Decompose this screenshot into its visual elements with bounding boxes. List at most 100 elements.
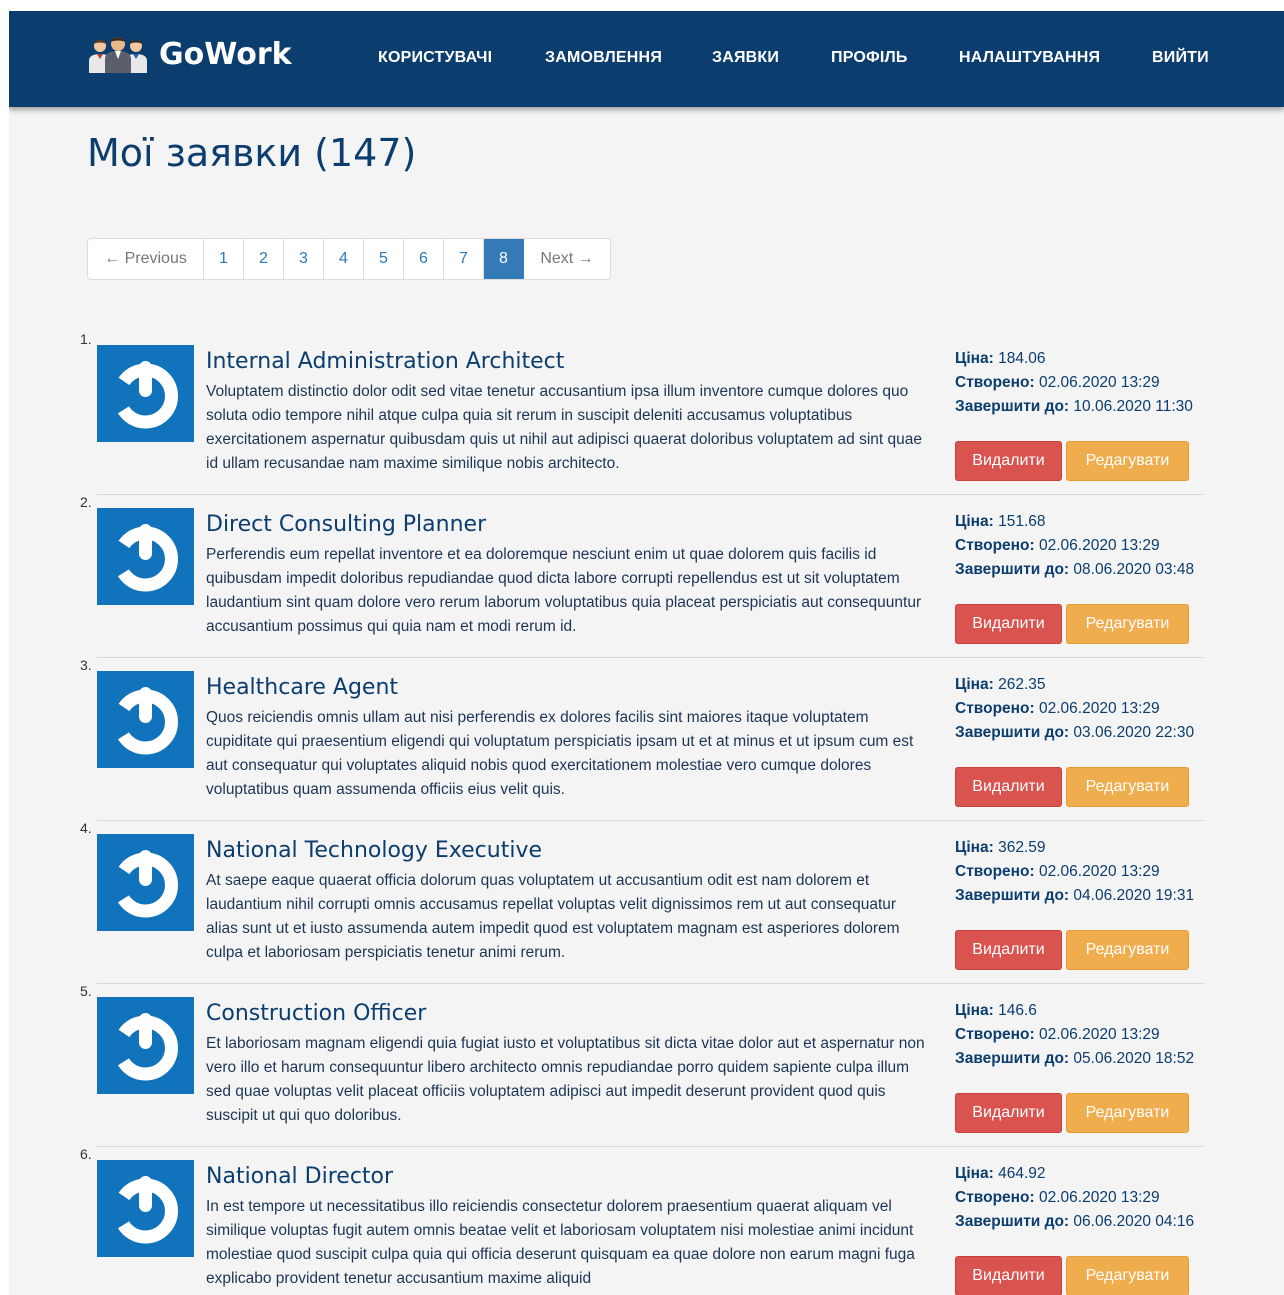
page: GoWork КОРИСТУВАЧІ ЗАМОВЛЕННЯ ЗАЯВКИ ПРО…	[9, 11, 1284, 1295]
item-number: 4.	[80, 820, 92, 836]
edit-button[interactable]: Редагувати	[1066, 930, 1189, 970]
item-body: Internal Administration Architect Volupta…	[206, 348, 926, 476]
edit-button[interactable]: Редагувати	[1066, 1093, 1189, 1133]
nav-profile[interactable]: ПРОФІЛЬ	[831, 49, 908, 67]
item-finish-by: Завершити до: 04.06.2020 19:31	[955, 884, 1195, 908]
item-body: Healthcare Agent Quos reiciendis omnis ul…	[206, 674, 926, 802]
power-icon	[113, 1013, 178, 1081]
item-title[interactable]: Direct Consulting Planner	[206, 511, 926, 539]
item-number: 2.	[80, 494, 92, 510]
item-title[interactable]: Construction Officer	[206, 1000, 926, 1028]
list-item: 4. National Technology Executive At saepe …	[79, 820, 1204, 983]
price-label: Ціна:	[955, 676, 994, 693]
delete-button[interactable]: Видалити	[955, 1256, 1062, 1295]
created-value: 02.06.2020 13:29	[1038, 700, 1160, 717]
finish-by-label: Завершити до:	[955, 561, 1070, 578]
pagination-page-5[interactable]: 5	[364, 239, 404, 279]
users-group-icon	[89, 37, 147, 73]
item-created: Створено: 02.06.2020 13:29	[955, 1023, 1195, 1047]
edit-button[interactable]: Редагувати	[1066, 1256, 1189, 1295]
delete-button[interactable]: Видалити	[955, 1093, 1062, 1133]
item-thumbnail[interactable]	[97, 997, 194, 1094]
pagination-page-3[interactable]: 3	[284, 239, 324, 279]
finish-by-value: 06.06.2020 04:16	[1073, 1213, 1195, 1230]
list-item: 5. Construction Officer Et laboriosam magn…	[79, 983, 1204, 1146]
item-finish-by: Завершити до: 03.06.2020 22:30	[955, 721, 1195, 745]
item-thumbnail[interactable]	[97, 671, 194, 768]
finish-by-value: 03.06.2020 22:30	[1073, 724, 1195, 741]
pagination: ← Previous 1 2 3 4 5 6 7 8 Next →	[87, 238, 611, 280]
item-meta: Ціна: 151.68 Створено: 02.06.2020 13:29 За…	[955, 510, 1195, 582]
delete-button[interactable]: Видалити	[955, 767, 1062, 807]
edit-button[interactable]: Редагувати	[1066, 604, 1189, 644]
pagination-page-1[interactable]: 1	[204, 239, 244, 279]
item-thumbnail[interactable]	[97, 834, 194, 931]
brand-link[interactable]: GoWork	[87, 35, 292, 73]
nav-settings[interactable]: НАЛАШТУВАННЯ	[959, 49, 1100, 67]
pagination-previous[interactable]: ← Previous	[88, 239, 204, 279]
finish-by-value: 08.06.2020 03:48	[1073, 561, 1195, 578]
delete-button[interactable]: Видалити	[955, 930, 1062, 970]
item-thumbnail[interactable]	[97, 345, 194, 442]
created-label: Створено:	[955, 863, 1035, 880]
item-created: Створено: 02.06.2020 13:29	[955, 1186, 1195, 1210]
pagination-page-4[interactable]: 4	[324, 239, 364, 279]
item-number: 5.	[80, 983, 92, 999]
list-item: 1. Internal Administration Architect Volup…	[79, 331, 1204, 494]
item-created: Створено: 02.06.2020 13:29	[955, 860, 1195, 884]
power-icon	[113, 850, 178, 918]
price-label: Ціна:	[955, 1002, 994, 1019]
price-label: Ціна:	[955, 1165, 994, 1182]
item-actions: Видалити Редагувати	[955, 604, 1189, 644]
item-finish-by: Завершити до: 06.06.2020 04:16	[955, 1210, 1195, 1234]
item-thumbnail[interactable]	[97, 1160, 194, 1257]
item-price: Ціна: 146.6	[955, 999, 1195, 1023]
finish-by-label: Завершити до:	[955, 1050, 1070, 1067]
created-label: Створено:	[955, 1189, 1035, 1206]
pagination-page-6[interactable]: 6	[404, 239, 444, 279]
finish-by-value: 04.06.2020 19:31	[1073, 887, 1195, 904]
created-label: Створено:	[955, 700, 1035, 717]
item-created: Створено: 02.06.2020 13:29	[955, 371, 1195, 395]
item-number: 6.	[80, 1146, 92, 1162]
price-value: 184.06	[998, 350, 1046, 367]
item-description: In est tempore ut necessitatibus illo re…	[206, 1198, 915, 1287]
delete-button[interactable]: Видалити	[955, 441, 1062, 481]
nav-requests[interactable]: ЗАЯВКИ	[712, 49, 779, 67]
item-body: Direct Consulting Planner Perferendis eum…	[206, 511, 926, 639]
pagination-page-8-current[interactable]: 8	[484, 239, 524, 279]
nav-logout[interactable]: ВИЙТИ	[1152, 49, 1209, 67]
power-icon	[113, 361, 178, 429]
finish-by-label: Завершити до:	[955, 1213, 1070, 1230]
edit-button[interactable]: Редагувати	[1066, 767, 1189, 807]
item-price: Ціна: 362.59	[955, 836, 1195, 860]
created-value: 02.06.2020 13:29	[1038, 374, 1160, 391]
item-title[interactable]: National Technology Executive	[206, 837, 926, 865]
nav-users[interactable]: КОРИСТУВАЧІ	[378, 49, 492, 67]
item-thumbnail[interactable]	[97, 508, 194, 605]
finish-by-label: Завершити до:	[955, 398, 1070, 415]
item-title[interactable]: Healthcare Agent	[206, 674, 926, 702]
finish-by-value: 05.06.2020 18:52	[1073, 1050, 1195, 1067]
price-label: Ціна:	[955, 513, 994, 530]
item-price: Ціна: 151.68	[955, 510, 1195, 534]
pagination-next[interactable]: Next →	[524, 239, 610, 279]
power-icon	[113, 1176, 178, 1244]
item-price: Ціна: 184.06	[955, 347, 1195, 371]
edit-button[interactable]: Редагувати	[1066, 441, 1189, 481]
price-value: 151.68	[998, 513, 1046, 530]
list-item: 3. Healthcare Agent Quos reiciendis omnis …	[79, 657, 1204, 820]
created-value: 02.06.2020 13:29	[1038, 863, 1160, 880]
item-meta: Ціна: 362.59 Створено: 02.06.2020 13:29 За…	[955, 836, 1195, 908]
item-created: Створено: 02.06.2020 13:29	[955, 534, 1195, 558]
item-title[interactable]: Internal Administration Architect	[206, 348, 926, 376]
pagination-page-7[interactable]: 7	[444, 239, 484, 279]
item-title[interactable]: National Director	[206, 1163, 926, 1191]
nav-orders[interactable]: ЗАМОВЛЕННЯ	[545, 49, 662, 67]
delete-button[interactable]: Видалити	[955, 604, 1062, 644]
navbar: GoWork КОРИСТУВАЧІ ЗАМОВЛЕННЯ ЗАЯВКИ ПРО…	[9, 11, 1284, 107]
pagination-page-2[interactable]: 2	[244, 239, 284, 279]
created-label: Створено:	[955, 374, 1035, 391]
item-body: National Director In est tempore ut neces…	[206, 1163, 926, 1291]
finish-by-label: Завершити до:	[955, 724, 1070, 741]
